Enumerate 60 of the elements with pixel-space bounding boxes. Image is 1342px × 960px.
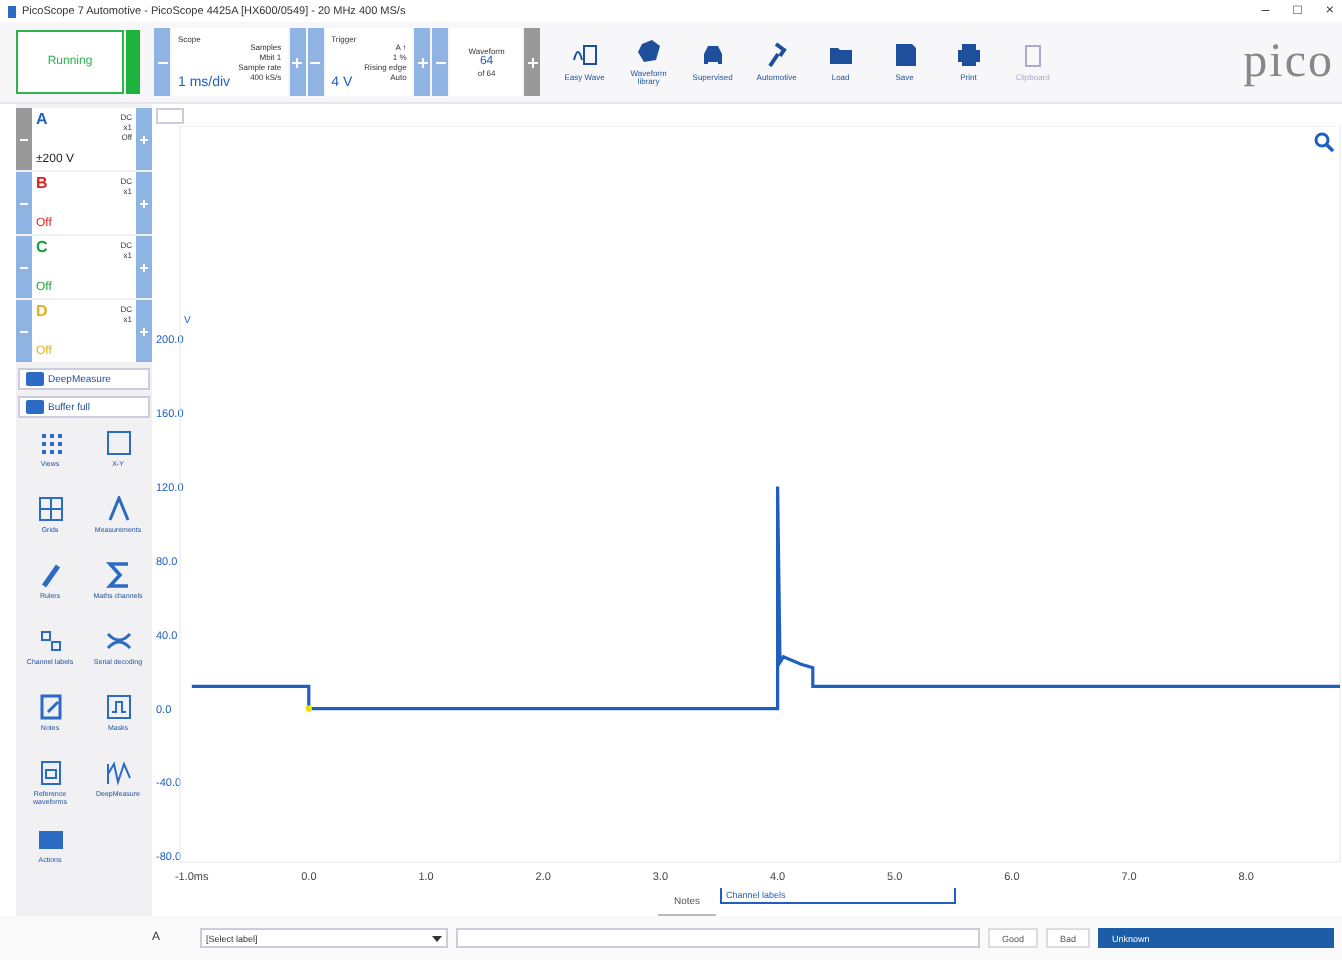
decrease-button[interactable] [16, 172, 32, 234]
minus-icon [20, 135, 28, 143]
plus-icon [140, 199, 148, 207]
plus-icon [140, 263, 148, 271]
tool-icon [105, 760, 131, 786]
plus-icon [527, 57, 538, 67]
plus-icon [140, 327, 148, 335]
tool-icon [37, 562, 63, 588]
plus-icon [417, 57, 428, 67]
toolbar-icon [955, 41, 982, 68]
increase-button[interactable] [136, 108, 152, 170]
increase-button[interactable] [136, 172, 152, 234]
tool-icon [37, 826, 63, 852]
tool-icon [105, 430, 131, 456]
minus-icon [20, 327, 28, 335]
decrease-button[interactable] [432, 28, 449, 96]
minus-icon [157, 57, 167, 67]
toolbar-icon [699, 41, 726, 68]
stop-bar[interactable] [126, 30, 140, 94]
note-input[interactable] [456, 928, 980, 948]
tool-icon [37, 694, 63, 720]
minus-icon [435, 57, 446, 67]
trigger-marker[interactable] [305, 705, 313, 712]
plus-icon [140, 135, 148, 143]
brand-logo: pico [1243, 35, 1334, 89]
channel-name: A [36, 112, 48, 128]
minus-icon [310, 57, 321, 67]
tool-icon [105, 562, 131, 588]
tool-icon [37, 628, 63, 654]
increase-button[interactable] [136, 300, 152, 362]
increase-button[interactable] [414, 28, 431, 96]
decrease-button[interactable] [16, 300, 32, 362]
decrease-button[interactable] [16, 236, 32, 298]
toolbar-icon [635, 37, 662, 63]
decrease-button[interactable] [154, 28, 170, 96]
channel-name: B [36, 176, 48, 192]
increase-button[interactable] [136, 236, 152, 298]
decrease-button[interactable] [16, 108, 32, 170]
tool-icon [105, 496, 131, 522]
toolbar-icon [571, 41, 598, 68]
tool-icon [37, 496, 63, 522]
toolbar-icon [763, 41, 790, 68]
plus-icon [292, 57, 303, 67]
tool-icon [105, 628, 131, 654]
increase-button[interactable] [289, 28, 306, 96]
decrease-button[interactable] [307, 28, 324, 96]
channel-name: C [36, 240, 48, 256]
tool-icon [37, 760, 63, 786]
dropdown-caret-icon [432, 935, 442, 941]
minus-icon [20, 199, 28, 207]
tool-icon [105, 694, 131, 720]
toolbar-icon [891, 41, 918, 68]
channel-name: D [36, 304, 48, 320]
app-logo-icon [8, 5, 16, 17]
zoom-icon[interactable] [1314, 132, 1334, 152]
toolbar-icon [1019, 41, 1046, 68]
tool-icon [37, 430, 63, 456]
increase-button[interactable] [524, 28, 541, 96]
minus-icon [20, 263, 28, 271]
ruler-handle[interactable] [156, 108, 184, 124]
